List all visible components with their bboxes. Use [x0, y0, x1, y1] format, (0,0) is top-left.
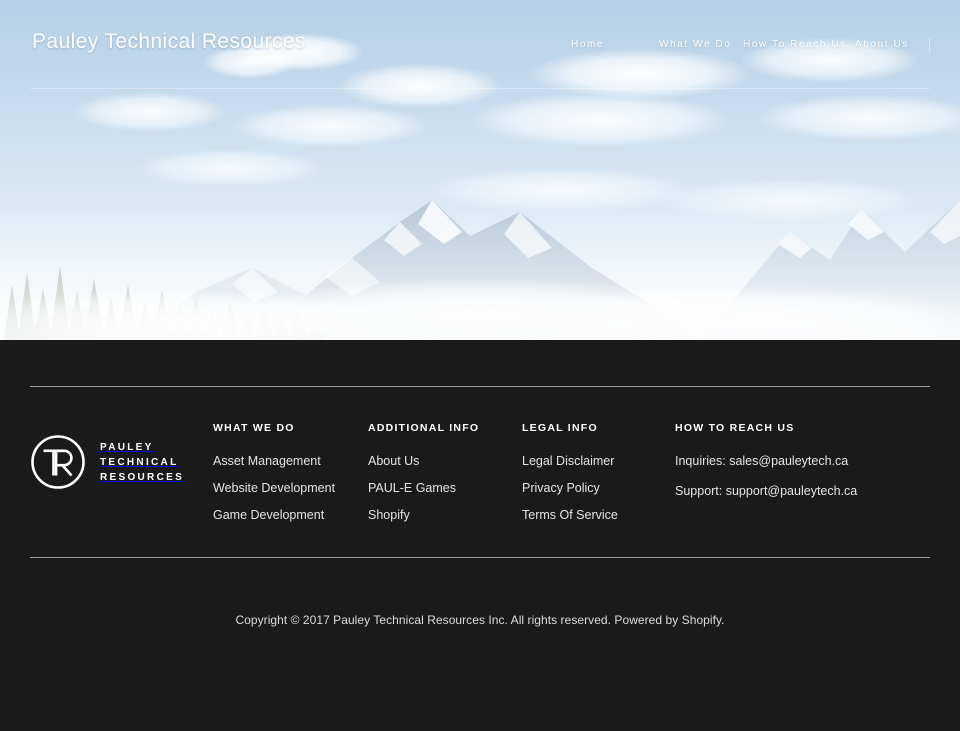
- footer-link-legal-disclaimer[interactable]: Legal Disclaimer: [522, 454, 675, 468]
- footer-link-asset-management[interactable]: Asset Management: [213, 454, 368, 468]
- footer-logo[interactable]: PAULEY TECHNICAL RESOURCES: [30, 434, 213, 490]
- footer-link-game-development[interactable]: Game Development: [213, 508, 368, 522]
- nav-cell-home: Home: [571, 36, 659, 53]
- footer-link-shopify[interactable]: Shopify: [368, 508, 522, 522]
- footer-link-paul-e-games[interactable]: PAUL-E Games: [368, 481, 522, 495]
- logo-line-2: TECHNICAL: [100, 456, 179, 468]
- header-inner: Pauley Technical Resources Home What We …: [30, 0, 930, 88]
- footer-inner: PAULEY TECHNICAL RESOURCES WHAT WE DO As…: [30, 340, 930, 627]
- footer-contact-inquiries: Inquiries: sales@pauleytech.ca: [675, 454, 849, 468]
- footer-link-about-us[interactable]: About Us: [368, 454, 522, 468]
- footer-heading-what-we-do: WHAT WE DO: [213, 422, 295, 434]
- tr-monogram-icon: [31, 435, 85, 489]
- nav-item-home[interactable]: Home: [571, 36, 659, 53]
- nav-cell-about-us: About Us: [855, 36, 927, 53]
- copyright-text: Copyright © 2017 Pauley Technical Resour…: [235, 613, 725, 627]
- footer-logo-wordmark: PAULEY TECHNICAL RESOURCES: [100, 440, 184, 485]
- nav-item-how-to-reach-us[interactable]: How To Reach Us: [743, 36, 855, 53]
- site-footer: PAULEY TECHNICAL RESOURCES WHAT WE DO As…: [0, 340, 960, 731]
- footer-heading-how-to-reach-us: HOW TO REACH US: [675, 422, 795, 434]
- footer-heading-additional-info: ADDITIONAL INFO: [368, 422, 480, 434]
- header-underline-rule: [30, 88, 930, 89]
- nav-item-about-us[interactable]: About Us: [855, 36, 927, 53]
- footer-logo-column: PAULEY TECHNICAL RESOURCES: [30, 422, 213, 490]
- footer-contact-support: Support: support@pauleytech.ca: [675, 484, 858, 498]
- site-header: Pauley Technical Resources Home What We …: [0, 0, 960, 89]
- site-title[interactable]: Pauley Technical Resources: [32, 30, 306, 54]
- nav-divider: [929, 38, 930, 52]
- page-root: Pauley Technical Resources Home What We …: [0, 0, 960, 731]
- main-navigation: Home What We Do How To Reach Us About Us: [571, 36, 930, 53]
- nav-item-what-we-do[interactable]: What We Do: [659, 36, 743, 53]
- footer-column-how-to-reach-us: HOW TO REACH US Inquiries: sales@pauleyt…: [675, 422, 930, 514]
- logo-line-1: PAULEY: [100, 441, 154, 453]
- footer-link-website-development[interactable]: Website Development: [213, 481, 368, 495]
- footer-column-legal-info: LEGAL INFO Legal Disclaimer Privacy Poli…: [522, 422, 675, 535]
- footer-heading-legal-info: LEGAL INFO: [522, 422, 598, 434]
- footer-column-what-we-do: WHAT WE DO Asset Management Website Deve…: [213, 422, 368, 535]
- hero-banner: Pauley Technical Resources Home What We …: [0, 0, 960, 340]
- footer-link-privacy-policy[interactable]: Privacy Policy: [522, 481, 675, 495]
- nav-cell-how-to-reach-us: How To Reach Us: [743, 36, 855, 53]
- footer-columns: PAULEY TECHNICAL RESOURCES WHAT WE DO As…: [30, 387, 930, 555]
- nav-cell-what-we-do: What We Do: [659, 36, 743, 53]
- logo-line-3: RESOURCES: [100, 471, 185, 483]
- footer-link-terms-of-service[interactable]: Terms Of Service: [522, 508, 675, 522]
- footer-column-additional-info: ADDITIONAL INFO About Us PAUL-E Games Sh…: [368, 422, 522, 535]
